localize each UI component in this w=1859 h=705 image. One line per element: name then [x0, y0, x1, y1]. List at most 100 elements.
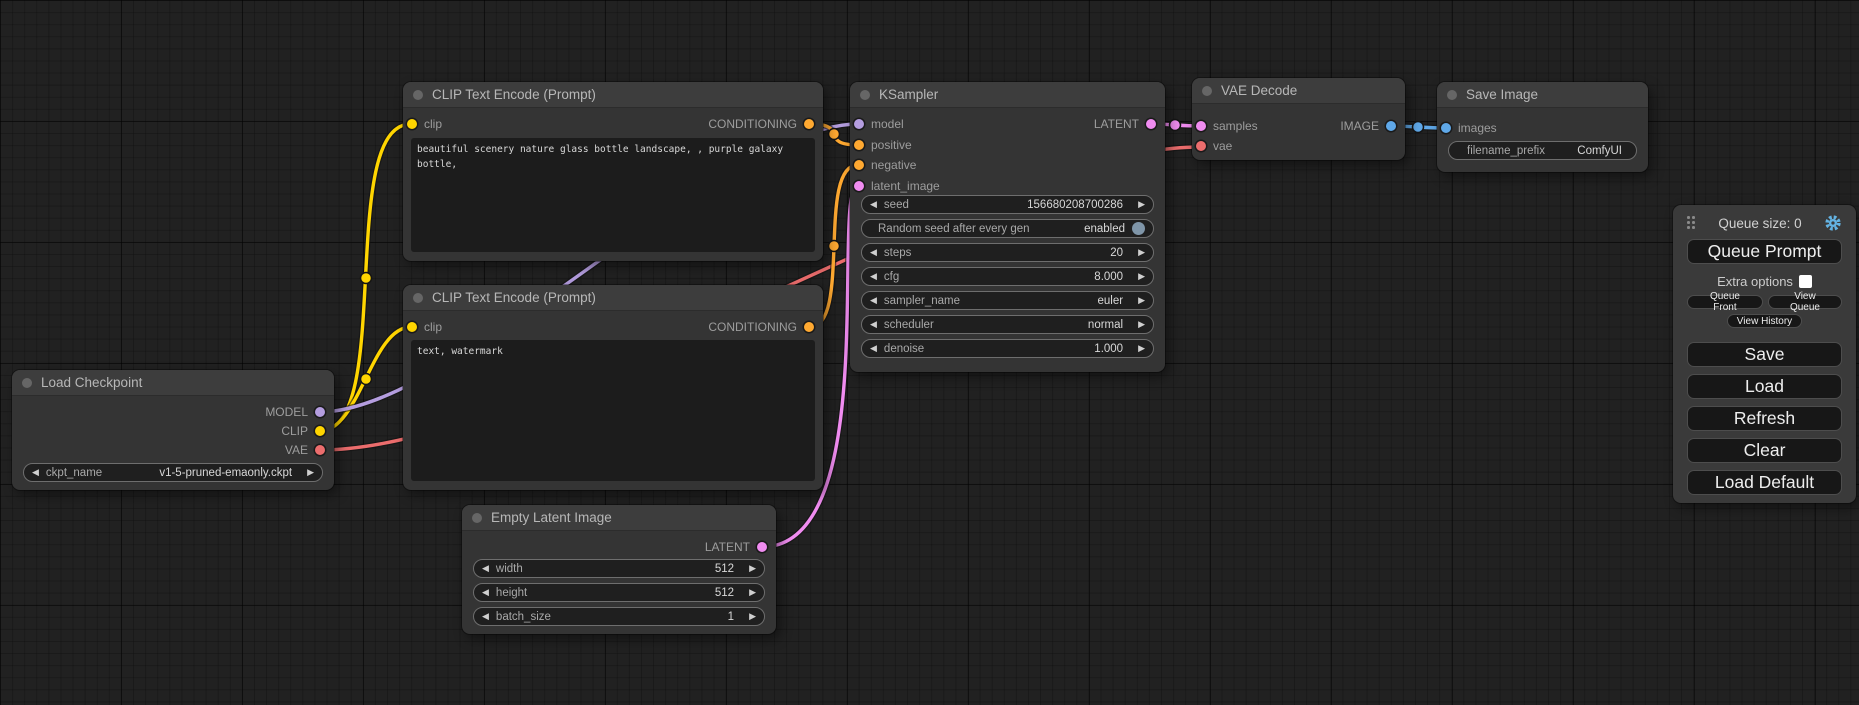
increase-arrow-icon[interactable]: ▶ [1138, 296, 1145, 305]
node-title-bar[interactable]: Load Checkpoint [12, 370, 334, 396]
output-port-conditioning[interactable] [804, 119, 814, 129]
node-load-checkpoint[interactable]: Load Checkpoint MODEL CLIP VAE ◀ ckpt_na… [12, 370, 334, 490]
collapse-dot-icon[interactable] [413, 90, 423, 100]
decrease-arrow-icon[interactable]: ◀ [870, 344, 877, 353]
node-clip-text-encode-negative[interactable]: CLIP Text Encode (Prompt) clip CONDITION… [403, 285, 823, 490]
ckpt-name-widget[interactable]: ◀ ckpt_name v1-5-pruned-emaonly.ckpt ▶ [23, 463, 323, 482]
collapse-dot-icon[interactable] [472, 513, 482, 523]
prompt-textarea[interactable]: beautiful scenery nature glass bottle la… [411, 138, 815, 252]
height-widget[interactable]: ◀ height 512 ▶ [473, 583, 765, 602]
scheduler-widget[interactable]: ◀ scheduler normal ▶ [861, 315, 1154, 334]
output-port-latent[interactable] [757, 542, 767, 552]
extra-options-checkbox[interactable] [1799, 275, 1812, 288]
increase-arrow-icon[interactable]: ▶ [1138, 320, 1145, 329]
input-port-clip[interactable] [407, 322, 417, 332]
output-slot-model[interactable]: MODEL [265, 404, 325, 420]
input-slot-negative[interactable]: negative [854, 157, 916, 173]
queue-prompt-button[interactable]: Queue Prompt [1687, 239, 1842, 264]
decrease-arrow-icon[interactable]: ◀ [482, 564, 489, 573]
input-slot-latent-image[interactable]: latent_image [854, 178, 940, 194]
increase-arrow-icon[interactable]: ▶ [749, 588, 756, 597]
clear-button[interactable]: Clear [1687, 438, 1842, 463]
node-ksampler[interactable]: KSampler model positive negative latent_… [850, 82, 1165, 372]
prompt-textarea[interactable]: text, watermark [411, 340, 815, 481]
input-port-latent-image[interactable] [854, 181, 864, 191]
input-slot-vae[interactable]: vae [1196, 138, 1232, 154]
input-slot-samples[interactable]: samples [1196, 118, 1258, 134]
input-port-vae[interactable] [1196, 141, 1206, 151]
decrease-arrow-icon[interactable]: ◀ [482, 588, 489, 597]
input-port-images[interactable] [1441, 123, 1451, 133]
node-vae-decode[interactable]: VAE Decode samples vae IMAGE [1192, 78, 1405, 160]
output-port-conditioning[interactable] [804, 322, 814, 332]
batch-size-widget[interactable]: ◀ batch_size 1 ▶ [473, 607, 765, 626]
view-queue-button[interactable]: View Queue [1768, 295, 1842, 309]
node-save-image[interactable]: Save Image images filename_prefix ComfyU… [1437, 82, 1648, 172]
output-slot-image[interactable]: IMAGE [1340, 118, 1396, 134]
settings-gear-icon[interactable] [1824, 214, 1842, 232]
denoise-widget[interactable]: ◀ denoise 1.000 ▶ [861, 339, 1154, 358]
output-slot-vae[interactable]: VAE [285, 442, 325, 458]
output-slot-clip[interactable]: CLIP [281, 423, 325, 439]
input-port-negative[interactable] [854, 160, 864, 170]
input-port-positive[interactable] [854, 140, 864, 150]
cfg-widget[interactable]: ◀ cfg 8.000 ▶ [861, 267, 1154, 286]
steps-widget[interactable]: ◀ steps 20 ▶ [861, 243, 1154, 262]
decrease-arrow-icon[interactable]: ◀ [870, 296, 877, 305]
drag-handle-icon[interactable] [1687, 216, 1696, 230]
output-port-model[interactable] [315, 407, 325, 417]
node-empty-latent-image[interactable]: Empty Latent Image LATENT ◀ width 512 ▶ … [462, 505, 776, 634]
seed-widget[interactable]: ◀ seed 156680208700286 ▶ [861, 195, 1154, 214]
increase-arrow-icon[interactable]: ▶ [1138, 248, 1145, 257]
decrease-arrow-icon[interactable]: ◀ [32, 468, 39, 477]
output-port-vae[interactable] [315, 445, 325, 455]
collapse-dot-icon[interactable] [22, 378, 32, 388]
random-seed-toggle-widget[interactable]: Random seed after every gen enabled [861, 219, 1154, 238]
increase-arrow-icon[interactable]: ▶ [749, 612, 756, 621]
toggle-dot-icon[interactable] [1132, 222, 1145, 235]
node-title-bar[interactable]: KSampler [850, 82, 1165, 108]
input-slot-model[interactable]: model [854, 116, 904, 132]
collapse-dot-icon[interactable] [860, 90, 870, 100]
output-slot-latent[interactable]: LATENT [1094, 116, 1156, 132]
sampler-name-widget[interactable]: ◀ sampler_name euler ▶ [861, 291, 1154, 310]
increase-arrow-icon[interactable]: ▶ [307, 468, 314, 477]
node-title-bar[interactable]: VAE Decode [1192, 78, 1405, 104]
decrease-arrow-icon[interactable]: ◀ [482, 612, 489, 621]
input-port-clip[interactable] [407, 119, 417, 129]
input-slot-clip[interactable]: clip [407, 116, 442, 132]
decrease-arrow-icon[interactable]: ◀ [870, 320, 877, 329]
output-port-clip[interactable] [315, 426, 325, 436]
queue-front-button[interactable]: Queue Front [1687, 295, 1763, 309]
output-slot-latent[interactable]: LATENT [705, 539, 767, 555]
width-widget[interactable]: ◀ width 512 ▶ [473, 559, 765, 578]
input-port-model[interactable] [854, 119, 864, 129]
decrease-arrow-icon[interactable]: ◀ [870, 248, 877, 257]
decrease-arrow-icon[interactable]: ◀ [870, 272, 877, 281]
collapse-dot-icon[interactable] [413, 293, 423, 303]
increase-arrow-icon[interactable]: ▶ [1138, 200, 1145, 209]
collapse-dot-icon[interactable] [1447, 90, 1457, 100]
load-button[interactable]: Load [1687, 374, 1842, 399]
input-slot-images[interactable]: images [1441, 120, 1497, 136]
node-title-bar[interactable]: Save Image [1437, 82, 1648, 108]
save-button[interactable]: Save [1687, 342, 1842, 367]
view-history-button[interactable]: View History [1727, 314, 1802, 328]
output-port-image[interactable] [1386, 121, 1396, 131]
filename-prefix-widget[interactable]: filename_prefix ComfyUI [1448, 141, 1637, 160]
output-port-latent[interactable] [1146, 119, 1156, 129]
increase-arrow-icon[interactable]: ▶ [1138, 272, 1145, 281]
node-title-bar[interactable]: Empty Latent Image [462, 505, 776, 531]
input-port-samples[interactable] [1196, 121, 1206, 131]
refresh-button[interactable]: Refresh [1687, 406, 1842, 431]
increase-arrow-icon[interactable]: ▶ [749, 564, 756, 573]
load-default-button[interactable]: Load Default [1687, 470, 1842, 495]
decrease-arrow-icon[interactable]: ◀ [870, 200, 877, 209]
collapse-dot-icon[interactable] [1202, 86, 1212, 96]
increase-arrow-icon[interactable]: ▶ [1138, 344, 1145, 353]
output-slot-conditioning[interactable]: CONDITIONING [708, 319, 814, 335]
output-slot-conditioning[interactable]: CONDITIONING [708, 116, 814, 132]
node-title-bar[interactable]: CLIP Text Encode (Prompt) [403, 285, 823, 311]
input-slot-clip[interactable]: clip [407, 319, 442, 335]
node-title-bar[interactable]: CLIP Text Encode (Prompt) [403, 82, 823, 108]
